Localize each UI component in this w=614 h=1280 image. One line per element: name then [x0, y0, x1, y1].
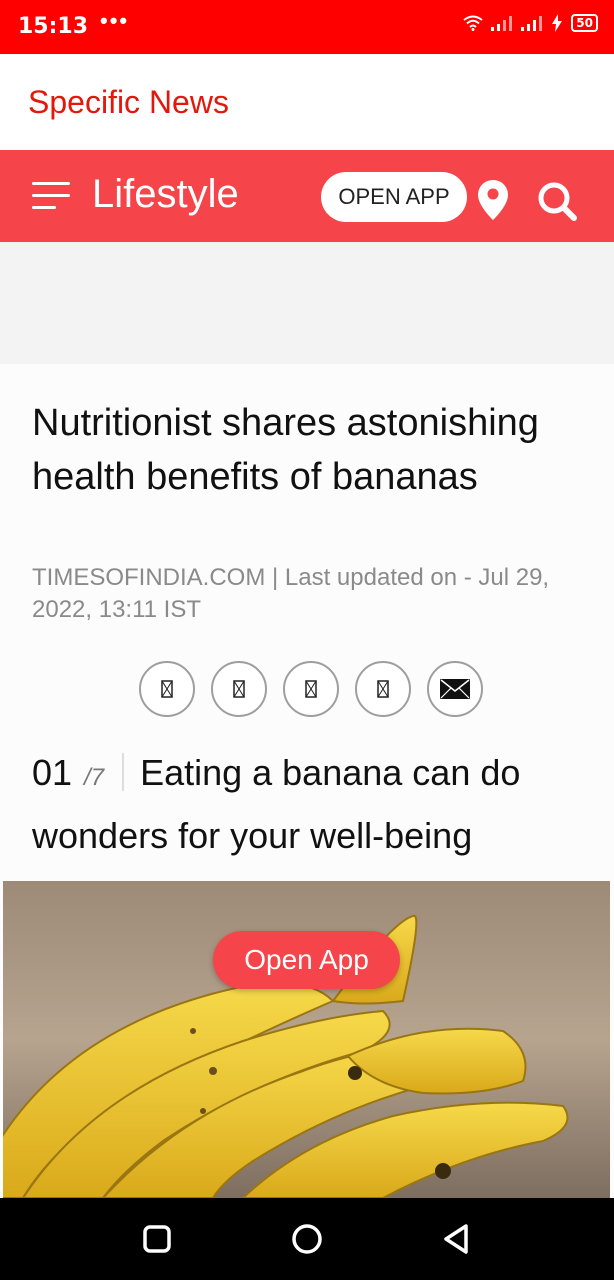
share-buttons [139, 661, 483, 717]
status-icons: 50 [463, 14, 598, 32]
missing-glyph-icon [305, 680, 317, 698]
section-bar: Lifestyle OPEN APP [0, 150, 614, 242]
search-icon[interactable] [536, 180, 578, 222]
charging-icon [552, 14, 563, 32]
battery-icon: 50 [571, 14, 598, 32]
hamburger-menu-icon[interactable] [32, 180, 72, 212]
site-header: Specific News [0, 54, 614, 150]
site-title[interactable]: Specific News [28, 84, 229, 121]
share-button-2[interactable] [211, 661, 267, 717]
missing-glyph-icon [161, 680, 173, 698]
notification-dots: ••• [100, 8, 130, 33]
floating-open-app-button[interactable]: Open App [213, 931, 400, 989]
slide-number: 01 [32, 752, 73, 793]
share-button-1[interactable] [139, 661, 195, 717]
recent-apps-icon[interactable] [140, 1222, 174, 1256]
location-pin-icon[interactable] [476, 178, 510, 222]
email-share-button[interactable] [427, 661, 483, 717]
share-button-3[interactable] [283, 661, 339, 717]
slide-caption: Eating a banana can do wonders for your … [32, 752, 521, 856]
navigation-bar [0, 1198, 614, 1280]
status-time: 15:13 [18, 14, 89, 39]
open-app-button[interactable]: OPEN APP [321, 172, 467, 222]
divider [122, 753, 125, 791]
share-button-4[interactable] [355, 661, 411, 717]
status-bar: 15:13 ••• 50 [0, 0, 614, 54]
bananas-image [3, 881, 610, 1198]
banana-photo [3, 881, 610, 1198]
wifi-icon [463, 15, 483, 31]
signal-icon-2 [521, 16, 543, 31]
missing-glyph-icon [233, 680, 245, 698]
home-icon[interactable] [290, 1222, 324, 1256]
article-headline: Nutritionist shares astonishing health b… [32, 402, 539, 498]
back-icon[interactable] [440, 1222, 474, 1256]
signal-icon [491, 16, 513, 31]
missing-glyph-icon [377, 680, 389, 698]
article-byline: TIMESOFINDIA.COM | Last updated on - Jul… [32, 564, 550, 623]
ad-placeholder [0, 242, 614, 364]
section-title: Lifestyle [92, 172, 239, 216]
slide-total: /7 [84, 764, 105, 791]
slide-heading: 01/7 Eating a banana can do wonders for y… [32, 744, 602, 865]
envelope-icon [440, 679, 470, 699]
